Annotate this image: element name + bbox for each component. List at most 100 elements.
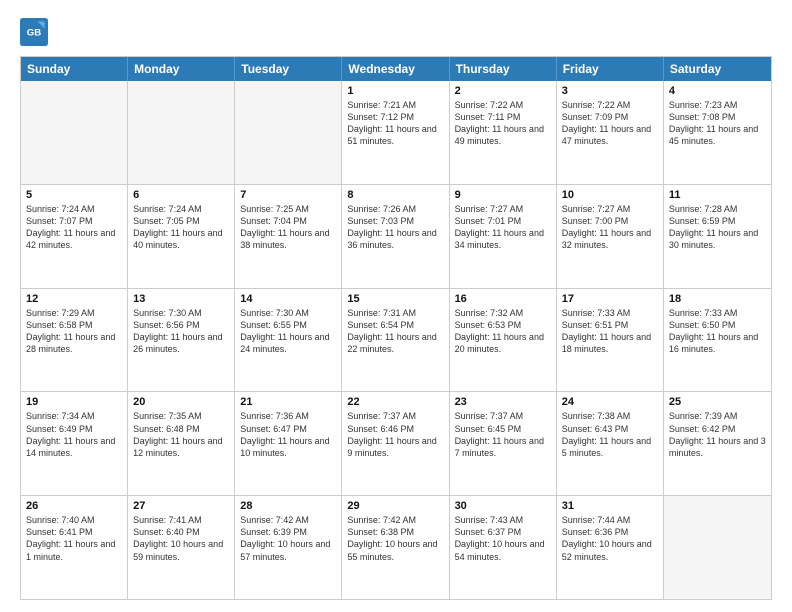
day-number: 24 [562,396,658,408]
logo: GB [20,18,54,46]
calendar-cell: 8 Sunrise: 7:26 AM Sunset: 7:03 PM Daylig… [342,185,449,288]
day-info: Sunrise: 7:34 AM Sunset: 6:49 PM Dayligh… [26,410,122,459]
calendar-cell: 20 Sunrise: 7:35 AM Sunset: 6:48 PM Dayli… [128,392,235,495]
day-number: 16 [455,293,551,305]
day-number: 15 [347,293,443,305]
day-info: Sunrise: 7:36 AM Sunset: 6:47 PM Dayligh… [240,410,336,459]
day-number: 27 [133,500,229,512]
day-info: Sunrise: 7:35 AM Sunset: 6:48 PM Dayligh… [133,410,229,459]
day-number: 17 [562,293,658,305]
calendar-cell: 26 Sunrise: 7:40 AM Sunset: 6:41 PM Dayli… [21,496,128,599]
day-number: 31 [562,500,658,512]
day-info: Sunrise: 7:24 AM Sunset: 7:05 PM Dayligh… [133,203,229,252]
day-info: Sunrise: 7:38 AM Sunset: 6:43 PM Dayligh… [562,410,658,459]
calendar-row-4: 19 Sunrise: 7:34 AM Sunset: 6:49 PM Dayli… [21,391,771,495]
header-cell-wednesday: Wednesday [342,57,449,81]
calendar-cell: 21 Sunrise: 7:36 AM Sunset: 6:47 PM Dayli… [235,392,342,495]
day-number: 20 [133,396,229,408]
day-info: Sunrise: 7:27 AM Sunset: 7:00 PM Dayligh… [562,203,658,252]
day-number: 6 [133,189,229,201]
day-info: Sunrise: 7:22 AM Sunset: 7:11 PM Dayligh… [455,99,551,148]
day-number: 4 [669,85,766,97]
day-number: 29 [347,500,443,512]
day-number: 1 [347,85,443,97]
calendar-cell: 9Sunrise: 7:27 AM Sunset: 7:01 PM Daylig… [450,185,557,288]
calendar-cell: 29Sunrise: 7:42 AM Sunset: 6:38 PM Dayli… [342,496,449,599]
day-number: 14 [240,293,336,305]
day-info: Sunrise: 7:43 AM Sunset: 6:37 PM Dayligh… [455,514,551,563]
day-info: Sunrise: 7:42 AM Sunset: 6:39 PM Dayligh… [240,514,336,563]
day-info: Sunrise: 7:30 AM Sunset: 6:55 PM Dayligh… [240,307,336,356]
calendar-header: SundayMondayTuesdayWednesdayThursdayFrid… [21,57,771,81]
day-info: Sunrise: 7:21 AM Sunset: 7:12 PM Dayligh… [347,99,443,148]
day-info: Sunrise: 7:39 AM Sunset: 6:42 PM Dayligh… [669,410,766,459]
calendar-cell: 25 Sunrise: 7:39 AM Sunset: 6:42 PM Dayli… [664,392,771,495]
day-number: 21 [240,396,336,408]
calendar-cell: 27 Sunrise: 7:41 AM Sunset: 6:40 PM Dayli… [128,496,235,599]
page: GB SundayMondayTuesdayWednesdayThursdayF… [0,0,792,612]
day-number: 30 [455,500,551,512]
header-cell-monday: Monday [128,57,235,81]
day-info: Sunrise: 7:22 AM Sunset: 7:09 PM Dayligh… [562,99,658,148]
day-number: 18 [669,293,766,305]
day-number: 3 [562,85,658,97]
header: GB [20,18,772,46]
calendar: SundayMondayTuesdayWednesdayThursdayFrid… [20,56,772,600]
day-number: 22 [347,396,443,408]
day-number: 28 [240,500,336,512]
calendar-cell: 30 Sunrise: 7:43 AM Sunset: 6:37 PM Dayli… [450,496,557,599]
day-number: 26 [26,500,122,512]
calendar-cell: 10 Sunrise: 7:27 AM Sunset: 7:00 PM Dayli… [557,185,664,288]
calendar-cell [235,81,342,184]
calendar-cell: 15 Sunrise: 7:31 AM Sunset: 6:54 PM Dayli… [342,289,449,392]
calendar-body: 1 Sunrise: 7:21 AM Sunset: 7:12 PM Daylig… [21,81,771,599]
calendar-cell: 2 Sunrise: 7:22 AM Sunset: 7:11 PM Daylig… [450,81,557,184]
day-number: 25 [669,396,766,408]
day-info: Sunrise: 7:29 AM Sunset: 6:58 PM Dayligh… [26,307,122,356]
day-number: 8 [347,189,443,201]
calendar-row-2: 5 Sunrise: 7:24 AM Sunset: 7:07 PM Daylig… [21,184,771,288]
day-info: Sunrise: 7:27 AM Sunset: 7:01 PM Dayligh… [455,203,551,252]
day-number: 23 [455,396,551,408]
day-number: 19 [26,396,122,408]
day-info: Sunrise: 7:32 AM Sunset: 6:53 PM Dayligh… [455,307,551,356]
header-cell-saturday: Saturday [664,57,771,81]
header-cell-friday: Friday [557,57,664,81]
day-info: Sunrise: 7:37 AM Sunset: 6:45 PM Dayligh… [455,410,551,459]
calendar-cell: 5 Sunrise: 7:24 AM Sunset: 7:07 PM Daylig… [21,185,128,288]
calendar-cell: 31 Sunrise: 7:44 AM Sunset: 6:36 PM Dayli… [557,496,664,599]
calendar-cell: 18 Sunrise: 7:33 AM Sunset: 6:50 PM Dayli… [664,289,771,392]
day-info: Sunrise: 7:33 AM Sunset: 6:51 PM Dayligh… [562,307,658,356]
day-number: 2 [455,85,551,97]
calendar-cell: 23 Sunrise: 7:37 AM Sunset: 6:45 PM Dayli… [450,392,557,495]
day-info: Sunrise: 7:44 AM Sunset: 6:36 PM Dayligh… [562,514,658,563]
day-info: Sunrise: 7:26 AM Sunset: 7:03 PM Dayligh… [347,203,443,252]
day-number: 7 [240,189,336,201]
calendar-row-1: 1 Sunrise: 7:21 AM Sunset: 7:12 PM Daylig… [21,81,771,184]
day-info: Sunrise: 7:24 AM Sunset: 7:07 PM Dayligh… [26,203,122,252]
day-info: Sunrise: 7:33 AM Sunset: 6:50 PM Dayligh… [669,307,766,356]
calendar-cell: 16 Sunrise: 7:32 AM Sunset: 6:53 PM Dayli… [450,289,557,392]
day-info: Sunrise: 7:25 AM Sunset: 7:04 PM Dayligh… [240,203,336,252]
calendar-cell: 14 Sunrise: 7:30 AM Sunset: 6:55 PM Dayli… [235,289,342,392]
calendar-cell: 3 Sunrise: 7:22 AM Sunset: 7:09 PM Daylig… [557,81,664,184]
calendar-row-5: 26 Sunrise: 7:40 AM Sunset: 6:41 PM Dayli… [21,495,771,599]
day-number: 13 [133,293,229,305]
day-number: 10 [562,189,658,201]
day-number: 11 [669,189,766,201]
day-info: Sunrise: 7:41 AM Sunset: 6:40 PM Dayligh… [133,514,229,563]
calendar-cell: 24 Sunrise: 7:38 AM Sunset: 6:43 PM Dayli… [557,392,664,495]
calendar-cell: 17 Sunrise: 7:33 AM Sunset: 6:51 PM Dayli… [557,289,664,392]
day-number: 5 [26,189,122,201]
day-info: Sunrise: 7:37 AM Sunset: 6:46 PM Dayligh… [347,410,443,459]
day-info: Sunrise: 7:31 AM Sunset: 6:54 PM Dayligh… [347,307,443,356]
calendar-cell: 13 Sunrise: 7:30 AM Sunset: 6:56 PM Dayli… [128,289,235,392]
day-info: Sunrise: 7:30 AM Sunset: 6:56 PM Dayligh… [133,307,229,356]
calendar-cell: 22 Sunrise: 7:37 AM Sunset: 6:46 PM Dayli… [342,392,449,495]
day-info: Sunrise: 7:40 AM Sunset: 6:41 PM Dayligh… [26,514,122,563]
day-number: 12 [26,293,122,305]
calendar-cell: 12 Sunrise: 7:29 AM Sunset: 6:58 PM Dayli… [21,289,128,392]
calendar-cell: 11Sunrise: 7:28 AM Sunset: 6:59 PM Dayli… [664,185,771,288]
header-cell-tuesday: Tuesday [235,57,342,81]
calendar-cell: 6 Sunrise: 7:24 AM Sunset: 7:05 PM Daylig… [128,185,235,288]
